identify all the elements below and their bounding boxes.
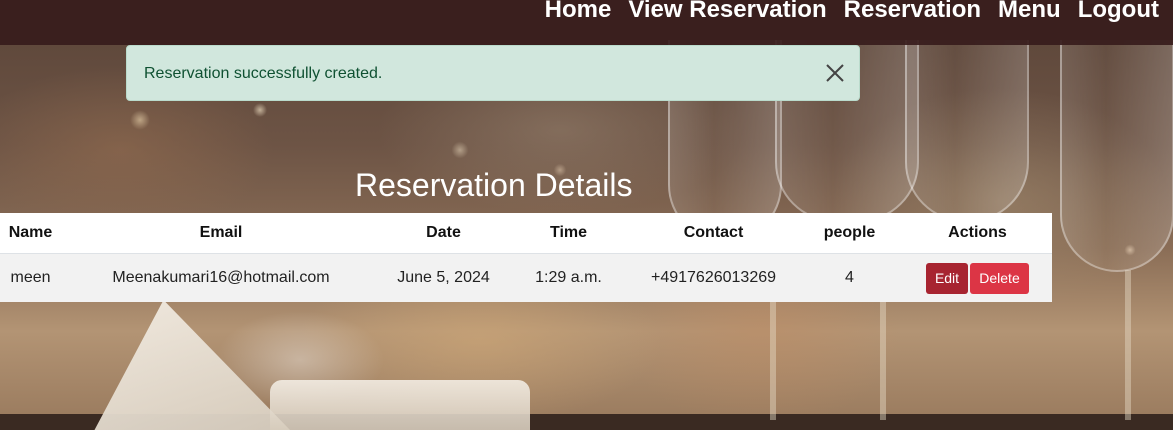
column-header-actions: Actions [903, 213, 1052, 254]
table-row: meen Meenakumari16@hotmail.com June 5, 2… [0, 253, 1052, 302]
cell-name: meen [0, 253, 61, 302]
nav-home-link[interactable]: Home [545, 0, 612, 24]
wine-glass [1060, 40, 1173, 272]
reservations-table: Name Email Date Time Contact people Acti… [0, 213, 1052, 302]
column-header-time: Time [506, 213, 631, 254]
cell-actions: Edit Delete [903, 253, 1052, 302]
wine-glass [905, 40, 1029, 222]
cell-date: June 5, 2024 [381, 253, 506, 302]
nav-links: Home View Reservation Reservation Menu L… [545, 0, 1159, 24]
page-title: Reservation Details [355, 167, 633, 203]
table-header-row: Name Email Date Time Contact people Acti… [0, 213, 1052, 254]
napkin [270, 380, 530, 430]
success-alert: Reservation successfully created. [126, 45, 860, 101]
edit-button[interactable]: Edit [926, 262, 968, 294]
napkin [94, 300, 290, 430]
column-header-name: Name [0, 213, 61, 254]
column-header-contact: Contact [631, 213, 796, 254]
column-header-people: people [796, 213, 903, 254]
cell-time: 1:29 a.m. [506, 253, 631, 302]
column-header-email: Email [61, 213, 381, 254]
nav-view-reservation-link[interactable]: View Reservation [628, 0, 826, 24]
cell-contact: +4917626013269 [631, 253, 796, 302]
cell-email: Meenakumari16@hotmail.com [61, 253, 381, 302]
navbar: Home View Reservation Reservation Menu L… [0, 0, 1173, 45]
nav-reservation-link[interactable]: Reservation [844, 0, 981, 24]
nav-menu-link[interactable]: Menu [998, 0, 1061, 24]
nav-logout-link[interactable]: Logout [1078, 0, 1159, 24]
cell-people: 4 [796, 253, 903, 302]
delete-button[interactable]: Delete [970, 262, 1029, 294]
wine-glass-stem [1125, 270, 1131, 420]
close-icon[interactable] [825, 63, 845, 83]
alert-message: Reservation successfully created. [144, 65, 383, 82]
column-header-date: Date [381, 213, 506, 254]
